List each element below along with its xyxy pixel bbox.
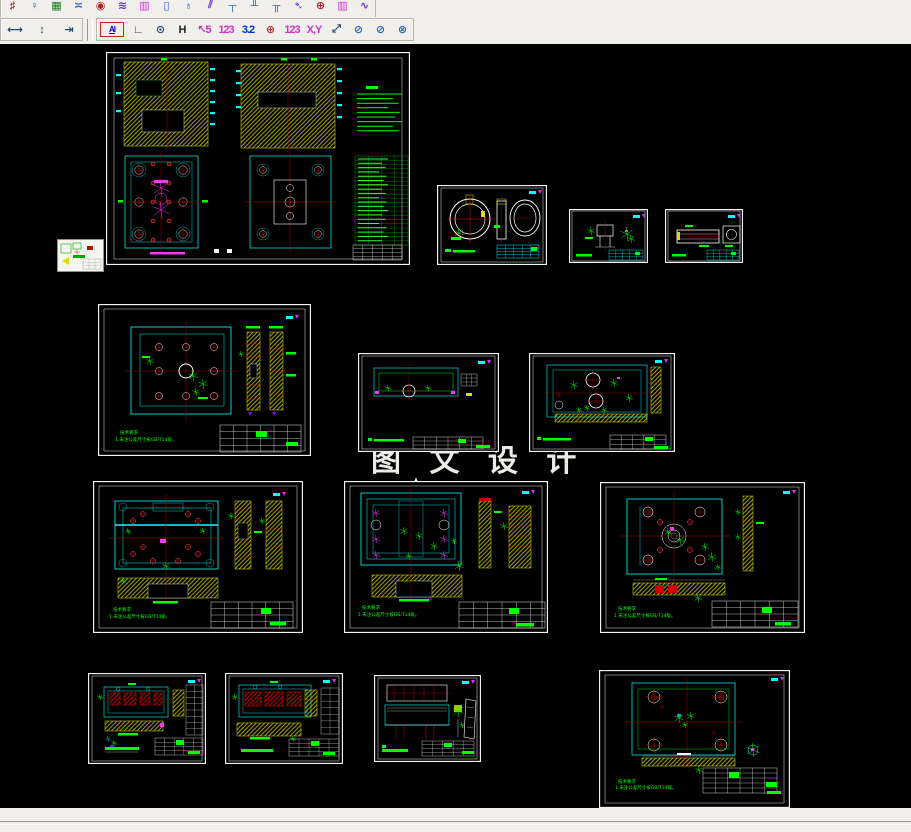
balloon-number-tool[interactable]: 123: [281, 19, 303, 40]
u-joint-tool[interactable]: ╨: [243, 0, 265, 16]
status-bar-groove: [0, 821, 911, 825]
double-joint-tool[interactable]: ╥: [265, 0, 287, 16]
toolbar-row-tools: ♯ ♀ ▦ ≍ ◉ ≋ ▥ ▯ ♁ ⫽ ┬ ╨ ╥ ➴ ⊕ ▥ ∿: [0, 0, 911, 17]
t-slot-tool[interactable]: ┬: [221, 0, 243, 16]
sheet-support-plate[interactable]: [358, 353, 499, 452]
toolbar-area: ♯ ♀ ▦ ≍ ◉ ≋ ▥ ▯ ♁ ⫽ ┬ ╨ ╥ ➴ ⊕ ▥ ∿ ⟷ ↕ ⇥ AI ∟ ⊙ H ↖5 123 3.2 ⊕ 123 X…: [0, 0, 911, 45]
linear-dimension-tool[interactable]: ⟷: [1, 19, 28, 40]
bushing-tool[interactable]: ▯: [155, 0, 177, 16]
pin-tool[interactable]: ♀: [23, 0, 45, 16]
sheet-locating-ring[interactable]: [437, 185, 547, 265]
angle-dimension-tool[interactable]: ⤢: [325, 19, 347, 40]
dimension-update-tool[interactable]: ⊗: [391, 19, 413, 40]
sheet-ejector-bracket[interactable]: [374, 675, 481, 762]
svg-text:技术要求: 技术要求: [362, 604, 380, 611]
leader-tool[interactable]: ↖5: [193, 19, 215, 40]
xy-coordinate-tool[interactable]: X,Y: [303, 19, 325, 40]
toolbar-panel-library: ♯ ♀ ▦ ≍ ◉ ≋ ▥ ▯ ♁ ⫽ ┬ ╨ ╥ ➴ ⊕ ▥ ∿: [0, 0, 376, 17]
roughness-symbol-tool[interactable]: 3.2: [237, 19, 259, 40]
sheet-thumbnail-detail[interactable]: [57, 239, 104, 272]
sheet-die-plate[interactable]: 技术要求 1.未注公差尺寸按GB/T14级。: [93, 481, 303, 633]
toolbar-grip[interactable]: [87, 19, 93, 41]
screw-tool[interactable]: ➴: [287, 0, 309, 16]
sheet-punch-strip-mid[interactable]: [225, 673, 343, 764]
text-style-tool[interactable]: AI: [100, 22, 124, 37]
continue-dimension-tool[interactable]: ⇥: [55, 19, 82, 40]
die-punch-tool[interactable]: ♯: [1, 0, 23, 16]
locating-ring-tool[interactable]: ⊕: [309, 0, 331, 16]
svg-text:技术要求: 技术要求: [618, 778, 636, 785]
status-bar: [0, 808, 911, 832]
ordinate-dimension-tool[interactable]: 123: [215, 19, 237, 40]
toolbar-panel-dim-basic: ⟷ ↕ ⇥: [0, 18, 83, 41]
scale-bar-tool[interactable]: ▥: [133, 0, 155, 16]
spring-tool[interactable]: ≋: [111, 0, 133, 16]
ruler-bar-tool[interactable]: ▥: [331, 0, 353, 16]
cad-application-window: ♯ ♀ ▦ ≍ ◉ ≋ ▥ ▯ ♁ ⫽ ┬ ╨ ╥ ➴ ⊕ ▥ ∿ ⟷ ↕ ⇥ AI ∟ ⊙ H ↖5 123 3.2 ⊕ 123 X…: [0, 0, 911, 832]
sheet-punch-strip-left[interactable]: [88, 673, 206, 764]
sheet-guide-rail-detail[interactable]: [665, 209, 743, 263]
sheet-fixed-plate[interactable]: 技术要求 1.未注公差尺寸按GB/T14级。: [98, 304, 311, 456]
sheet-ejector-detail[interactable]: [569, 209, 648, 263]
svg-text:1.未注公差尺寸按GB/T14级。: 1.未注公差尺寸按GB/T14级。: [109, 613, 170, 620]
radius-dimension-tool[interactable]: ⊙: [149, 19, 171, 40]
clamp-plate-tool[interactable]: ≍: [67, 0, 89, 16]
svg-text:1.未注公差尺寸按GB/T14级。: 1.未注公差尺寸按GB/T14级。: [358, 611, 419, 618]
wheel-insert-tool[interactable]: ◉: [89, 0, 111, 16]
sheet-moving-plate[interactable]: [529, 353, 675, 452]
svg-text:1.未注公差尺寸按GB/T14级。: 1.未注公差尺寸按GB/T14级。: [615, 784, 676, 791]
suppress-dimension-tool[interactable]: ⊘: [347, 19, 369, 40]
vertical-dimension-tool[interactable]: ↕: [28, 19, 55, 40]
svg-text:技术要求: 技术要求: [618, 605, 636, 612]
svg-text:技术要求: 技术要求: [113, 606, 131, 613]
toolbar-panel-dim-annotate: AI ∟ ⊙ H ↖5 123 3.2 ⊕ 123 X,Y ⤢ ⊘ ⊘ ⊗: [96, 18, 414, 41]
sheet-mold-assembly[interactable]: [106, 52, 410, 265]
ucs-axis-tool[interactable]: ∟: [127, 19, 149, 40]
guide-post-tool[interactable]: ♁: [177, 0, 199, 16]
curve-tool[interactable]: ∿: [353, 0, 375, 16]
toolbar-row-dimension: ⟷ ↕ ⇥ AI ∟ ⊙ H ↖5 123 3.2 ⊕ 123 X,Y ⤢ ⊘ ⊘ ⊗: [0, 18, 911, 44]
hatch-lines-tool[interactable]: ⫽: [199, 0, 221, 16]
svg-text:技术要求: 技术要求: [120, 429, 138, 436]
linear-h-dimension-tool[interactable]: H: [171, 19, 193, 40]
die-set-tool[interactable]: ▦: [45, 0, 67, 16]
sheet-clamping-plate[interactable]: 技术要求 1.未注公差尺寸按GB/T14级。: [600, 482, 805, 633]
svg-text:1.未注公差尺寸按GB/T14级。: 1.未注公差尺寸按GB/T14级。: [115, 436, 176, 443]
sheet-cavity-plate[interactable]: 技术要求 1.未注公差尺寸按GB/T14级。: [344, 481, 548, 633]
datum-symbol-tool[interactable]: ⊕: [259, 19, 281, 40]
sheet-bottom-plate[interactable]: 技术要求 1.未注公差尺寸按GB/T14级。: [599, 670, 790, 808]
svg-text:1.未注公差尺寸按GB/T14级。: 1.未注公差尺寸按GB/T14级。: [614, 612, 675, 619]
drawing-canvas[interactable]: 图 文 设 计 技术要求 1.未注公差尺寸按GB/T14级。 技术要求 1.未注公差尺…: [0, 44, 911, 808]
dimension-edit-tool[interactable]: ⊘: [369, 19, 391, 40]
